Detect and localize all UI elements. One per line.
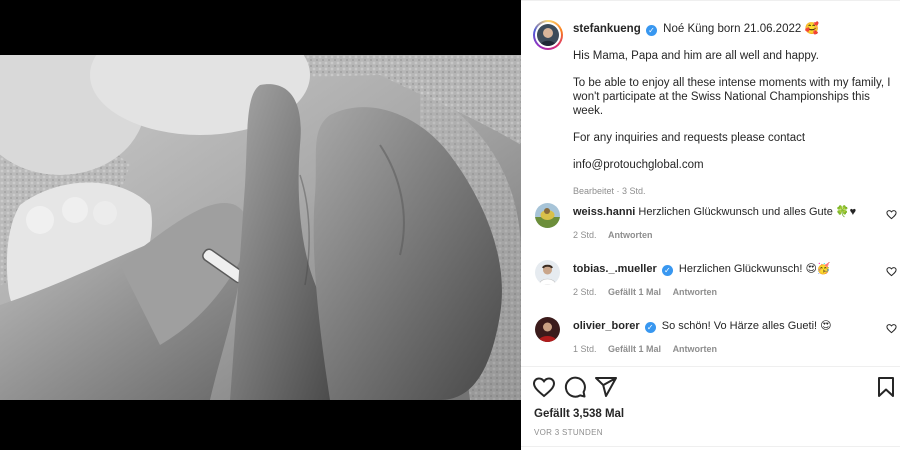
comment-likes-count[interactable]: Gefällt 1 Mal [608,287,661,297]
author-avatar[interactable] [533,20,563,50]
comment-actions: 1 Std. Gefällt 1 Mal Antworten [573,344,726,354]
comment-username[interactable]: weiss.hanni [573,206,635,218]
comment-actions: 2 Std. Gefällt 1 Mal Antworten [573,287,726,297]
comment-like-heart-icon[interactable] [886,266,897,277]
post-side-panel: stefankueng ✓ Noé Küng born 21.06.2022 🥰… [521,0,900,450]
caption-edited-time: Bearbeitet · 3 Std. [573,186,646,196]
verified-badge-icon: ✓ [661,265,673,276]
post-media [0,0,521,450]
comment-icon[interactable] [563,375,587,399]
comment-likes-count[interactable]: Gefällt 1 Mal [608,344,661,354]
comment-avatar[interactable] [535,260,560,285]
comment-avatar[interactable] [535,317,560,342]
author-username[interactable]: stefankueng [573,23,641,35]
comment-username[interactable]: olivier_borer [573,320,640,332]
paper-plane-icon[interactable] [594,375,618,399]
comment-username[interactable]: tobias._.mueller [573,263,657,275]
comment-time: 1 Std. [573,344,597,354]
top-divider [521,0,900,1]
verified-badge-icon: ✓ [645,25,657,36]
comment-avatar[interactable] [535,203,560,228]
comment-actions: 2 Std. Antworten [573,230,662,240]
caption-paragraph-3: For any inquiries and requests please co… [573,132,806,144]
comment-like-heart-icon[interactable] [886,209,897,220]
post-photo[interactable] [0,55,521,400]
post-action-bar [521,372,900,402]
likes-count[interactable]: Gefällt 3,538 Mal [534,408,624,420]
comment-time: 2 Std. [573,287,597,297]
comment-text: Herzlichen Glückwunsch und alles Gute 🍀♥ [638,206,857,218]
verified-badge-icon: ✓ [644,322,656,333]
post-timestamp: VOR 3 STUNDEN [534,428,603,437]
actions-divider [521,366,900,367]
comment-like-heart-icon[interactable] [886,323,897,334]
post-caption: stefankueng ✓ Noé Küng born 21.06.2022 🥰… [573,22,893,198]
comment-reply-button[interactable]: Antworten [673,344,718,354]
heart-icon[interactable] [532,375,556,399]
comment-body: weiss.hanni Herzlichen Glückwunsch und a… [573,205,883,219]
comment-body: olivier_borer ✓ So schön! Vo Härze alles… [573,319,883,333]
bookmark-icon[interactable] [874,375,898,399]
caption-paragraph-2: To be able to enjoy all these intense mo… [573,77,891,117]
comment-text: So schön! Vo Härze alles Gueti! 😍 [661,320,832,332]
comment-time: 2 Std. [573,230,597,240]
comment-body: tobias._.mueller ✓ Herzlichen Glückwunsc… [573,262,883,276]
caption-email: info@protouchglobal.com [573,159,704,171]
caption-headline: Noé Küng born 21.06.2022 🥰 [663,23,819,35]
comment-reply-button[interactable]: Antworten [673,287,718,297]
comment-reply-button[interactable]: Antworten [608,230,653,240]
comment-text: Herzlichen Glückwunsch! 😍🥳 [678,263,831,275]
bottom-divider [521,446,900,447]
caption-paragraph-1: His Mama, Papa and him are all well and … [573,50,819,62]
